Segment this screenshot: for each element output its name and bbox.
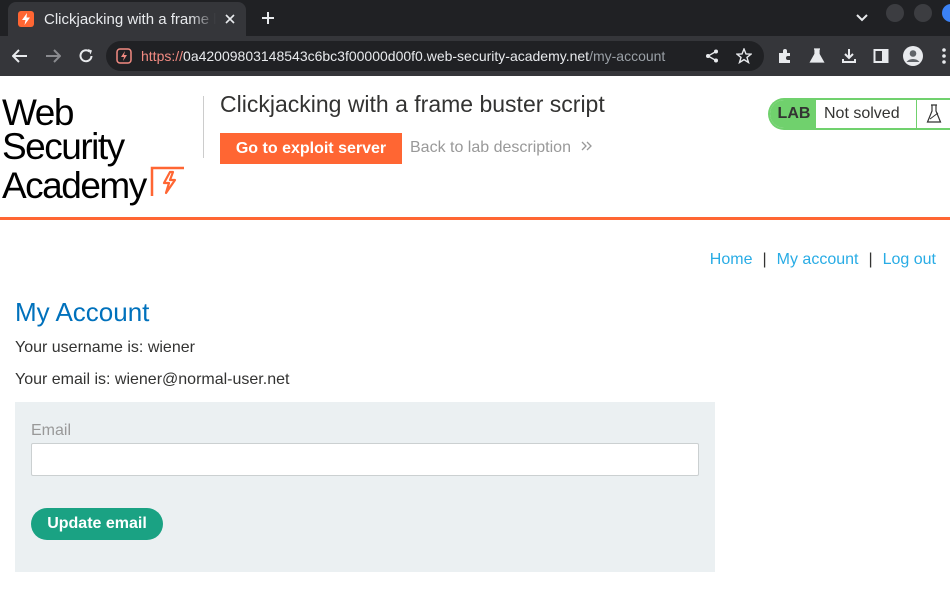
profile-avatar-icon[interactable] xyxy=(903,46,923,66)
window-close-button[interactable] xyxy=(942,4,950,22)
url-path: /my-account xyxy=(589,48,666,64)
web-page: Web Security Academy Clickjacking with a… xyxy=(0,76,950,604)
back-arrow-icon[interactable] xyxy=(8,44,32,68)
back-link-label: Back to lab description xyxy=(410,139,571,156)
web-security-academy-logo[interactable]: Web Security Academy xyxy=(2,92,202,204)
chevron-down-icon[interactable] xyxy=(853,9,871,27)
browser-toolbar: https://0a42009803148543c6bc3f00000d00f0… xyxy=(0,36,950,76)
username-line: Your username is: wiener xyxy=(15,339,195,356)
bookmark-star-icon[interactable] xyxy=(735,47,753,65)
logo-lightning-icon xyxy=(150,164,188,203)
url-text: https://0a42009803148543c6bc3f00000d00f0… xyxy=(141,48,665,64)
nav-home-link[interactable]: Home xyxy=(710,251,753,268)
update-email-button[interactable]: Update email xyxy=(31,508,163,540)
page-title: My Account xyxy=(15,297,150,327)
new-tab-plus-icon[interactable] xyxy=(258,8,278,28)
email-line: Your email is: wiener@normal-user.net xyxy=(15,371,290,388)
header-orange-rule xyxy=(0,217,950,220)
download-icon[interactable] xyxy=(839,46,859,66)
nav-my-account-link[interactable]: My account xyxy=(777,251,859,268)
lab-status-badge: LAB Not solved xyxy=(768,98,950,130)
nav-separator: | xyxy=(868,251,873,268)
top-navigation: Home | My account | Log out xyxy=(710,251,936,269)
double-chevron-right-icon xyxy=(581,139,593,157)
go-to-exploit-server-button[interactable]: Go to exploit server xyxy=(220,133,402,164)
logo-line2: Academy xyxy=(2,165,147,206)
nav-log-out-link[interactable]: Log out xyxy=(883,251,936,268)
window-minimize-button[interactable] xyxy=(886,4,904,22)
flask-icon xyxy=(916,100,950,128)
lab-status-text: Not solved xyxy=(824,105,900,122)
url-scheme: https:// xyxy=(141,48,184,64)
url-host: 0a42009803148543c6bc3f00000d00f0.web-sec… xyxy=(183,48,590,64)
labs-flask-icon[interactable] xyxy=(807,46,827,66)
side-panel-icon[interactable] xyxy=(871,46,891,66)
reload-icon[interactable] xyxy=(74,44,98,68)
not-secure-warning-icon[interactable] xyxy=(115,47,133,65)
address-bar[interactable]: https://0a42009803148543c6bc3f00000d00f0… xyxy=(106,41,764,71)
close-tab-icon[interactable] xyxy=(222,11,238,27)
browser-tab[interactable]: Clickjacking with a frame buster script xyxy=(8,2,246,36)
browser-tab-bar: Clickjacking with a frame buster script xyxy=(0,0,950,36)
lightning-favicon-icon xyxy=(18,11,34,27)
nav-separator: | xyxy=(762,251,767,268)
forward-arrow-icon[interactable] xyxy=(41,44,65,68)
change-email-form: Email Update email xyxy=(15,402,715,572)
email-field[interactable] xyxy=(31,443,699,476)
logo-line1: Web Security xyxy=(2,92,125,167)
window-maximize-button[interactable] xyxy=(914,4,932,22)
email-label: Email xyxy=(31,422,72,439)
extensions-puzzle-icon[interactable] xyxy=(775,46,795,66)
more-menu-icon[interactable] xyxy=(934,46,950,66)
share-icon[interactable] xyxy=(703,47,721,65)
lab-badge-label: LAB xyxy=(770,100,816,128)
lab-title: Clickjacking with a frame buster script xyxy=(220,91,605,117)
header-divider xyxy=(203,96,204,158)
tab-title: Clickjacking with a frame buster script xyxy=(44,10,216,28)
back-to-lab-description-link[interactable]: Back to lab description xyxy=(410,139,593,157)
